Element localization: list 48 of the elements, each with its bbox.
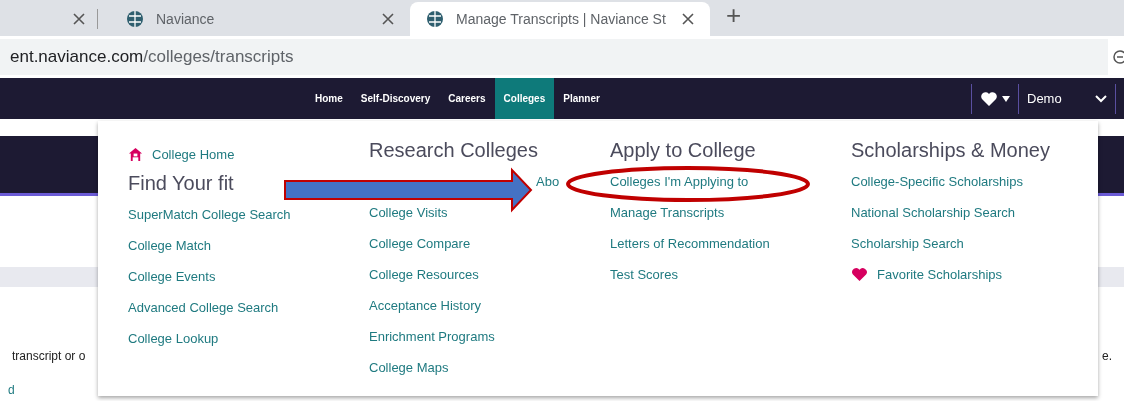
heart-icon <box>980 90 998 107</box>
menu-link[interactable]: National Scholarship Search <box>851 202 1016 223</box>
nav-link[interactable]: Planner <box>554 78 609 119</box>
menu-heading: Apply to College <box>610 139 757 161</box>
menu-link[interactable]: Manage Transcripts <box>610 202 725 223</box>
menu-link[interactable]: College Compare <box>369 233 471 254</box>
menu-link[interactable]: College Visits <box>369 202 448 223</box>
menu-heading: Research Colleges <box>369 139 539 161</box>
nav-link[interactable]: Home <box>306 78 352 119</box>
globe-icon <box>426 10 444 28</box>
nav-link[interactable]: Careers <box>439 78 495 119</box>
menu-link[interactable]: Abo <box>536 171 560 192</box>
chevron-icon <box>1095 94 1107 103</box>
menu-link[interactable]: College Resources <box>369 264 479 285</box>
nav-link[interactable]: Colleges <box>494 78 555 119</box>
page-text: transcript or o <box>12 348 86 365</box>
menu-link[interactable]: College Home <box>152 144 235 165</box>
globe-icon <box>126 10 144 28</box>
close-icon[interactable] <box>73 13 85 25</box>
new-tab-button[interactable]: + <box>726 2 742 28</box>
menu-link[interactable]: Test Scores <box>610 264 678 285</box>
page-text: e. <box>1102 348 1112 365</box>
menu-link[interactable]: College-Specific Scholarships <box>851 171 1023 192</box>
browser-tab[interactable]: Manage Transcripts | Naviance St <box>410 2 710 36</box>
house-icon <box>128 147 143 162</box>
menu-heading: Scholarships & Money <box>851 139 1051 161</box>
menu-link[interactable]: Acceptance History <box>369 295 481 316</box>
close-icon[interactable] <box>682 13 694 25</box>
nav-link[interactable]: Self-Discovery <box>351 78 440 119</box>
menu-link[interactable]: College Events <box>128 266 216 287</box>
menu-link[interactable]: SuperMatch College Search <box>128 204 291 225</box>
zoom-out-icon[interactable] <box>1112 50 1124 64</box>
menu-link[interactable]: Enrichment Programs <box>369 326 495 347</box>
user-menu[interactable]: Demo <box>1019 88 1115 109</box>
menu-link[interactable]: Scholarship Search <box>851 233 964 254</box>
menu-link[interactable]: College Maps <box>369 357 449 378</box>
menu-link[interactable]: College Lookup <box>128 328 219 349</box>
caret-icon <box>1002 95 1010 102</box>
menu-link[interactable]: Letters of Recommendation <box>610 233 770 254</box>
heart-icon <box>851 267 868 282</box>
address-bar[interactable]: ent.naviance.com/colleges/transcripts <box>0 39 1108 75</box>
menu-heading: Find Your fit <box>128 172 235 194</box>
menu-link[interactable]: Colleges I'm Applying to <box>610 171 749 192</box>
menu-link[interactable]: Advanced College Search <box>128 297 279 318</box>
close-icon[interactable] <box>382 13 394 25</box>
menu-link[interactable]: College Match <box>128 235 212 256</box>
page-link[interactable]: d <box>8 383 15 397</box>
menu-link[interactable]: Favorite Scholarships <box>877 264 1002 285</box>
